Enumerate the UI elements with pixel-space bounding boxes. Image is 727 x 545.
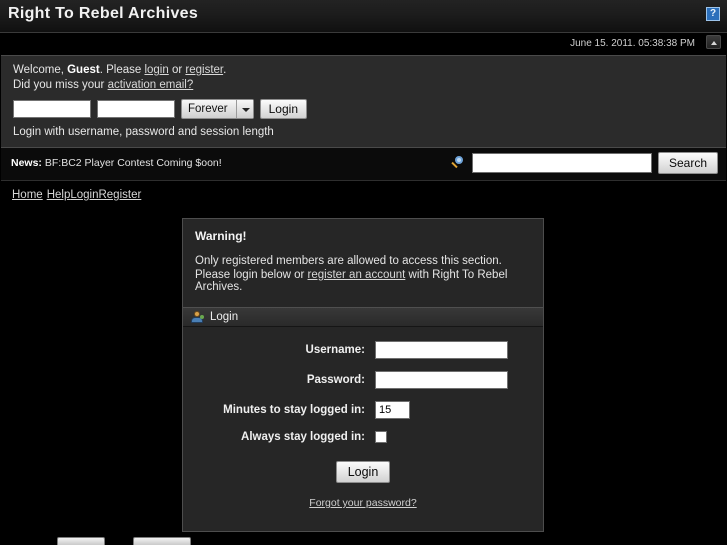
footer-button-left[interactable]: [57, 537, 105, 545]
login-form: Username: Password: Minutes to stay logg…: [183, 327, 543, 531]
quick-login-row: Forever Login: [13, 99, 716, 119]
footer-button-right[interactable]: [133, 537, 191, 545]
register-link[interactable]: register: [185, 64, 223, 76]
nav-item-home[interactable]: Home: [12, 189, 43, 201]
warning-line-1: Only registered members are allowed to a…: [195, 255, 502, 267]
submit-row: Login: [195, 455, 531, 485]
welcome-prefix: Welcome,: [13, 64, 68, 76]
quick-password-input[interactable]: [97, 100, 175, 118]
session-length-value: Forever: [188, 103, 228, 115]
forgot-password-row: Forgot your password?: [195, 485, 531, 525]
password-label: Password:: [306, 374, 365, 386]
activation-line: Did you miss your activation email?: [13, 79, 716, 91]
current-datetime: June 15. 2011. 05:38:38 PM: [570, 38, 695, 49]
login-panel-title: Login: [210, 311, 239, 323]
page-title: Right To Rebel Archives: [8, 5, 199, 22]
activation-email-link[interactable]: activation email?: [108, 79, 194, 91]
welcome-greeting: Welcome, Guest. Please login or register…: [13, 64, 716, 76]
news-text: News: BF:BC2 Player Contest Coming $oon!: [11, 157, 222, 169]
warning-title: Warning!: [195, 229, 247, 243]
search-input[interactable]: [471, 153, 652, 173]
login-submit-button[interactable]: Login: [335, 461, 391, 483]
site-header: Right To Rebel Archives ?: [0, 0, 727, 33]
chevron-down-icon: [235, 100, 253, 118]
main-navigation: Home HelpLoginRegister: [0, 181, 727, 203]
minutes-label: Minutes to stay logged in:: [223, 404, 365, 416]
forgot-password-link[interactable]: Forgot your password?: [309, 497, 416, 509]
minutes-input[interactable]: [375, 401, 410, 419]
help-icon[interactable]: ?: [706, 7, 720, 21]
news-label: News:: [11, 157, 42, 169]
welcome-username: Guest: [67, 64, 100, 76]
search-button[interactable]: Search: [657, 152, 718, 174]
warning-body: Only registered members are allowed to a…: [183, 243, 543, 307]
quick-username-input[interactable]: [13, 100, 91, 118]
password-row: Password:: [195, 371, 531, 389]
welcome-panel: Welcome, Guest. Please login or register…: [1, 55, 726, 148]
login-panel-header: Login: [183, 307, 543, 327]
nav-item-login[interactable]: Login: [70, 189, 98, 201]
username-row: Username:: [195, 341, 531, 359]
minutes-row: Minutes to stay logged in:: [195, 401, 531, 419]
quick-login-button[interactable]: Login: [259, 99, 307, 119]
welcome-suffix: .: [223, 64, 227, 76]
always-logged-in-label: Always stay logged in:: [241, 431, 365, 443]
warning-line-2-prefix: Please login below or: [195, 269, 308, 281]
user-icon: [191, 311, 204, 323]
login-content-card: Warning! Only registered members are all…: [181, 217, 545, 533]
nav-item-register[interactable]: Register: [98, 189, 141, 201]
register-account-link[interactable]: register an account: [308, 269, 406, 281]
page-root: Right To Rebel Archives ? June 15. 2011.…: [0, 0, 727, 545]
news-headline: BF:BC2 Player Contest Coming $oon!: [41, 157, 222, 169]
username-input[interactable]: [375, 341, 508, 359]
welcome-mid: . Please: [99, 64, 145, 76]
activation-prefix: Did you miss your: [13, 79, 108, 91]
welcome-or: or: [168, 64, 186, 76]
username-label: Username:: [305, 344, 365, 356]
datetime-bar: June 15. 2011. 05:38:38 PM: [0, 33, 727, 55]
collapse-up-arrow-icon[interactable]: [706, 35, 721, 49]
search-area: Search: [450, 152, 718, 174]
warning-line-2: Please login below or register an accoun…: [195, 269, 531, 293]
news-search-bar: News: BF:BC2 Player Contest Coming $oon!…: [1, 148, 726, 181]
login-hint-text: Login with username, password and sessio…: [13, 126, 274, 138]
session-length-select[interactable]: Forever: [181, 99, 254, 119]
nav-item-help[interactable]: Help: [47, 189, 71, 201]
search-icon: [450, 155, 466, 171]
password-input[interactable]: [375, 371, 508, 389]
always-logged-in-checkbox[interactable]: [375, 431, 387, 443]
login-link[interactable]: login: [144, 64, 168, 76]
always-logged-in-row: Always stay logged in:: [195, 431, 531, 443]
